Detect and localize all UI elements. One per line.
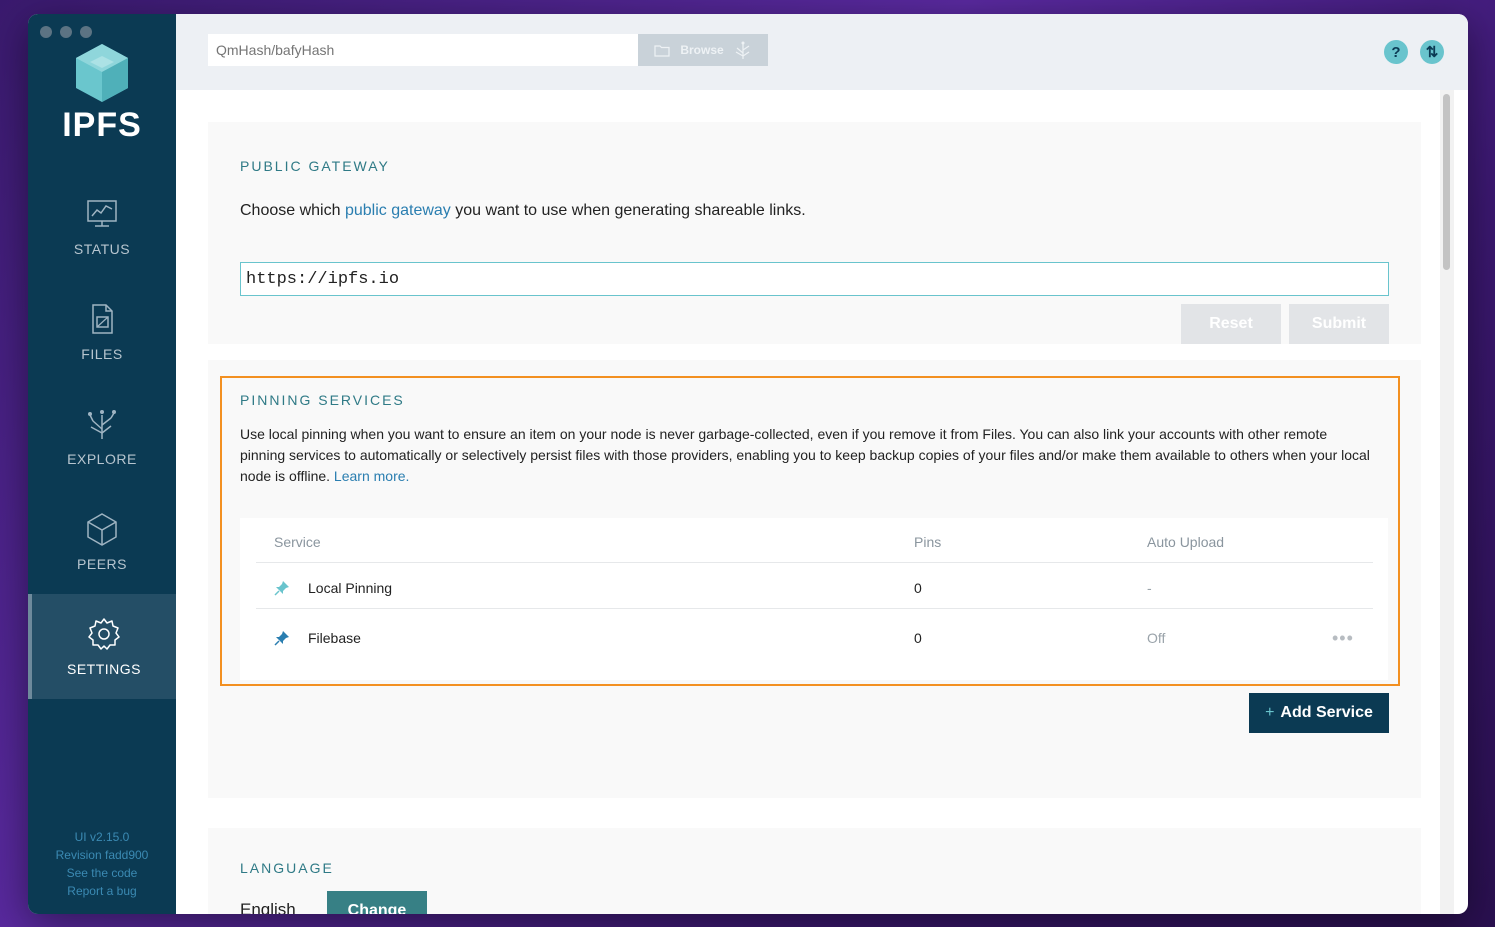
settings-page: PUBLIC GATEWAY Choose which public gatew…	[176, 90, 1454, 914]
auto-upload-status: Off	[1147, 630, 1166, 646]
top-icons: ? ⇅	[1384, 40, 1444, 64]
column-header-service[interactable]: Service	[274, 522, 321, 562]
services-table: Service Pins Auto Upload Local Pinning 0…	[240, 518, 1388, 680]
app-window: IPFS STATUS FILES EXPLORE PEERS SETTINGS…	[28, 14, 1468, 914]
auto-upload-status: -	[1147, 580, 1152, 596]
settings-icon	[88, 617, 120, 650]
version-link[interactable]: UI v2.15.0	[28, 828, 176, 846]
gateway-description: Choose which public gateway you want to …	[240, 202, 806, 220]
pinning-description: Use local pinning when you want to ensur…	[240, 424, 1370, 487]
app-name: IPFS	[62, 106, 142, 144]
sync-icon[interactable]: ⇅	[1420, 40, 1444, 64]
reset-button[interactable]: Reset	[1181, 304, 1281, 344]
pins-count: 0	[914, 630, 922, 646]
top-bar: Browse ? ⇅	[176, 14, 1468, 90]
sidebar-item-label: FILES	[81, 345, 123, 362]
explore-icon	[88, 409, 116, 439]
sidebar-item-explore[interactable]: EXPLORE	[28, 384, 176, 489]
sidebar-item-label: STATUS	[73, 240, 131, 257]
sidebar-item-status[interactable]: STATUS	[28, 174, 176, 279]
sidebar-item-label: EXPLORE	[67, 450, 137, 467]
sidebar: IPFS STATUS FILES EXPLORE PEERS SETTINGS…	[28, 14, 176, 914]
sidebar-item-files[interactable]: FILES	[28, 279, 176, 384]
sidebar-item-settings[interactable]: SETTINGS	[28, 594, 176, 699]
scrollbar-thumb[interactable]	[1443, 94, 1450, 270]
pinning-desc-text: Use local pinning when you want to ensur…	[240, 426, 1370, 484]
folder-icon	[654, 44, 670, 57]
hash-search-input[interactable]	[208, 34, 638, 66]
sidebar-item-label: SETTINGS	[66, 660, 141, 677]
column-header-auto-upload[interactable]: Auto Upload	[1147, 522, 1224, 562]
more-options-button[interactable]: •••	[1332, 618, 1354, 658]
table-header: Service Pins Auto Upload	[256, 522, 1373, 563]
ipfs-cube-icon	[76, 44, 128, 102]
scrollbar[interactable]	[1440, 90, 1454, 914]
see-code-link[interactable]: See the code	[28, 864, 176, 882]
section-title: LANGUAGE	[240, 860, 334, 876]
browse-label: Browse	[680, 43, 724, 57]
minimize-window-button[interactable]	[60, 26, 72, 38]
public-gateway-section: PUBLIC GATEWAY Choose which public gatew…	[208, 122, 1421, 344]
learn-more-link[interactable]: Learn more.	[334, 468, 409, 484]
peers-icon	[87, 512, 117, 546]
public-gateway-link[interactable]: public gateway	[345, 202, 451, 219]
maximize-window-button[interactable]	[80, 26, 92, 38]
gateway-desc-text-end: you want to use when generating shareabl…	[450, 202, 806, 219]
pins-count: 0	[914, 580, 922, 596]
table-row[interactable]: Local Pinning 0 -	[256, 568, 1373, 609]
help-icon[interactable]: ?	[1384, 40, 1408, 64]
pin-icon	[274, 631, 289, 646]
gateway-desc-text: Choose which	[240, 202, 345, 219]
sidebar-nav: STATUS FILES EXPLORE PEERS SETTINGS	[28, 174, 176, 699]
section-title: PUBLIC GATEWAY	[240, 158, 390, 174]
pinning-services-section: PINNING SERVICES Use local pinning when …	[208, 360, 1421, 798]
current-language: English	[240, 900, 296, 914]
column-header-pins[interactable]: Pins	[914, 522, 941, 562]
pin-icon	[274, 581, 289, 596]
status-icon	[87, 199, 117, 227]
close-window-button[interactable]	[40, 26, 52, 38]
service-name: Local Pinning	[308, 580, 393, 596]
plus-icon: +	[1265, 704, 1275, 721]
window-controls	[40, 26, 92, 38]
gateway-url-input[interactable]	[240, 262, 1389, 296]
submit-button[interactable]: Submit	[1289, 304, 1389, 344]
revision-link[interactable]: Revision fadd900	[28, 846, 176, 864]
ipfs-logo[interactable]: IPFS	[28, 42, 176, 145]
explore-tree-icon	[735, 41, 750, 59]
add-service-button[interactable]: + Add Service	[1249, 693, 1389, 733]
table-row[interactable]: Filebase 0 Off •••	[256, 618, 1373, 658]
section-title: PINNING SERVICES	[240, 392, 405, 408]
change-language-button[interactable]: Change	[327, 891, 427, 914]
sidebar-footer: UI v2.15.0 Revision fadd900 See the code…	[28, 828, 176, 900]
report-bug-link[interactable]: Report a bug	[28, 882, 176, 900]
service-name: Filebase	[308, 630, 361, 646]
add-service-label: Add Service	[1280, 704, 1373, 721]
files-icon	[92, 303, 113, 334]
sidebar-item-peers[interactable]: PEERS	[28, 489, 176, 594]
service-cell: Filebase	[274, 618, 361, 658]
sidebar-item-label: PEERS	[77, 555, 127, 572]
service-cell: Local Pinning	[274, 568, 392, 608]
language-section: LANGUAGE English Change	[208, 828, 1421, 914]
browse-button[interactable]: Browse	[638, 34, 768, 66]
